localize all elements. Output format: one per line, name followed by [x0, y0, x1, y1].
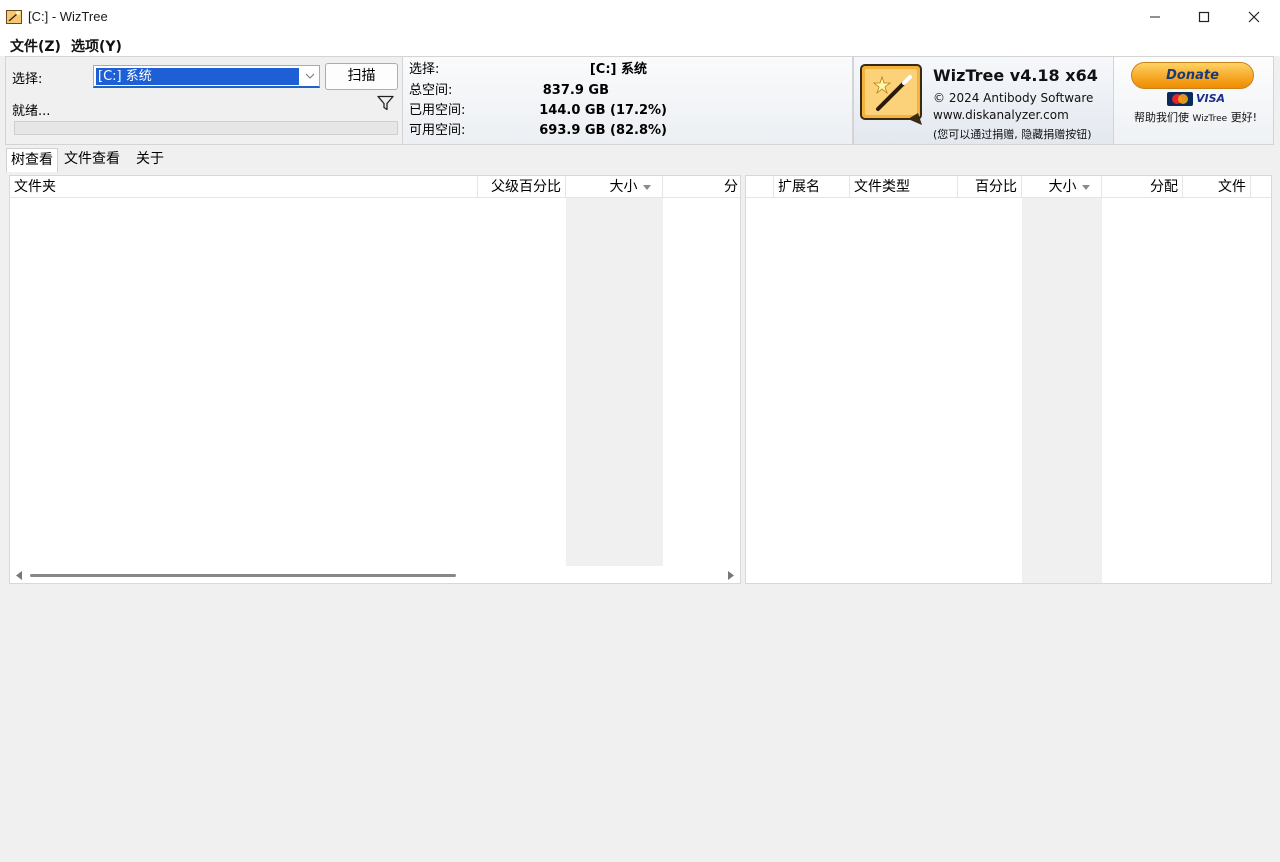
- table-header: 扩展名 文件类型 百分比 大小 分配 文件: [746, 176, 1271, 198]
- sort-down-icon: [1082, 185, 1090, 190]
- tab-about[interactable]: 关于: [132, 148, 168, 172]
- column-label: 分配: [1150, 179, 1178, 195]
- wiztree-app-icon: [6, 10, 22, 24]
- column-label: 百分比: [975, 179, 1017, 195]
- column-header-files[interactable]: 文件: [1183, 176, 1251, 198]
- table-header: 文件夹 父级百分比 大小 分: [10, 176, 740, 198]
- maximize-icon: [1198, 11, 1210, 23]
- column-header-extension[interactable]: 扩展名: [774, 176, 850, 198]
- donate-help-prefix: 帮助我们使: [1134, 111, 1189, 124]
- info-label: 已用空间:: [409, 103, 466, 118]
- info-value: 837.9 GB: [542, 83, 609, 98]
- visa-label: VISA: [1196, 92, 1226, 105]
- select-label: 选择:: [12, 72, 43, 87]
- info-label: 选择:: [409, 62, 440, 77]
- copyright-text: © 2024 Antibody Software: [933, 91, 1094, 105]
- column-header-allocated[interactable]: 分: [663, 176, 740, 198]
- horizontal-scrollbar[interactable]: [10, 566, 740, 583]
- info-row-used: 已用空间: 144.0 GB (17.2%): [409, 101, 667, 121]
- extension-table[interactable]: 扩展名 文件类型 百分比 大小 分配 文件: [745, 175, 1272, 584]
- column-header-parent-percent[interactable]: 父级百分比: [478, 176, 566, 198]
- info-row-total: 总空间: 837.9 GB: [409, 81, 609, 101]
- folder-tree-table[interactable]: 文件夹 父级百分比 大小 分: [9, 175, 741, 584]
- info-label: 总空间:: [409, 83, 453, 98]
- minimize-button[interactable]: [1130, 0, 1180, 34]
- drive-info-panel: 选择: [C:] 系统 总空间: 837.9 GB 已用空间: 144.0 GB…: [402, 56, 853, 145]
- tab-file-view[interactable]: 文件查看: [60, 148, 124, 172]
- maximize-button[interactable]: [1179, 0, 1229, 34]
- website-link[interactable]: www.diskanalyzer.com: [933, 108, 1069, 122]
- donate-panel: Donate VISA 帮助我们使 WizTree 更好!: [1113, 56, 1274, 145]
- close-icon: [1248, 11, 1260, 23]
- donate-note: (您可以通过捐赠, 隐藏捐赠按钮): [933, 128, 1092, 141]
- menu-options[interactable]: 选项(Y): [71, 36, 122, 56]
- close-button[interactable]: [1229, 0, 1279, 34]
- mastercard-icon: [1167, 92, 1193, 106]
- column-label: 大小: [609, 179, 638, 195]
- scan-button[interactable]: 扫描: [325, 63, 398, 90]
- app-version-title: WizTree v4.18 x64: [933, 66, 1098, 85]
- drive-select[interactable]: [C:] 系统: [93, 65, 320, 88]
- minimize-icon: [1150, 16, 1160, 18]
- column-header-size[interactable]: 大小: [566, 176, 663, 198]
- donate-help-brand: WizTree: [1192, 114, 1228, 124]
- column-header-percent[interactable]: 百分比: [958, 176, 1022, 198]
- donate-button[interactable]: Donate: [1131, 62, 1254, 89]
- column-label: 父级百分比: [491, 179, 561, 195]
- chevron-down-icon: [305, 73, 315, 79]
- column-label: 扩展名: [778, 179, 820, 195]
- scroll-right-icon[interactable]: [727, 571, 735, 580]
- window-title: [C:] - WizTree: [28, 9, 108, 24]
- tab-tree-view[interactable]: 树查看: [6, 148, 58, 172]
- sorted-column-highlight: [1022, 198, 1102, 583]
- info-value: 693.9 GB (82.8%): [539, 123, 667, 138]
- column-label: 文件类型: [854, 179, 910, 195]
- column-label: 大小: [1048, 179, 1077, 195]
- info-row-selection: 选择: [C:] 系统: [409, 60, 647, 80]
- column-label: 文件夹: [14, 179, 56, 195]
- scrollbar-thumb[interactable]: [30, 574, 456, 577]
- menu-bar: 文件(Z) 选项(Y): [0, 34, 1280, 56]
- scan-panel: 选择: [C:] 系统 扫描 就绪...: [5, 56, 403, 145]
- status-text: 就绪...: [12, 104, 51, 119]
- info-label: 可用空间:: [409, 123, 466, 138]
- scroll-left-icon[interactable]: [15, 571, 23, 580]
- drive-select-value: [C:] 系统: [96, 68, 299, 85]
- sorted-column-highlight: [566, 198, 663, 566]
- donate-help-text: 帮助我们使 WizTree 更好!: [1134, 109, 1257, 125]
- filter-icon[interactable]: [377, 95, 394, 111]
- donate-help-suffix: 更好!: [1230, 111, 1258, 124]
- info-value: [C:] 系统: [589, 62, 647, 77]
- column-header-folder[interactable]: 文件夹: [10, 176, 478, 198]
- column-label: 分: [724, 179, 738, 195]
- menu-file[interactable]: 文件(Z): [10, 36, 61, 56]
- info-value: 144.0 GB (17.2%): [539, 103, 667, 118]
- info-row-free: 可用空间: 693.9 GB (82.8%): [409, 121, 667, 141]
- column-header-allocated[interactable]: 分配: [1102, 176, 1183, 198]
- scan-progress-bar: [14, 121, 398, 135]
- wiztree-logo-icon[interactable]: [860, 63, 926, 127]
- column-header-color[interactable]: [746, 176, 774, 198]
- sort-down-icon: [643, 185, 651, 190]
- about-panel: WizTree v4.18 x64 © 2024 Antibody Softwa…: [853, 56, 1114, 145]
- column-label: 文件: [1218, 179, 1246, 195]
- column-header-size[interactable]: 大小: [1022, 176, 1102, 198]
- column-header-file-type[interactable]: 文件类型: [850, 176, 958, 198]
- title-bar: [C:] - WizTree: [0, 0, 1280, 34]
